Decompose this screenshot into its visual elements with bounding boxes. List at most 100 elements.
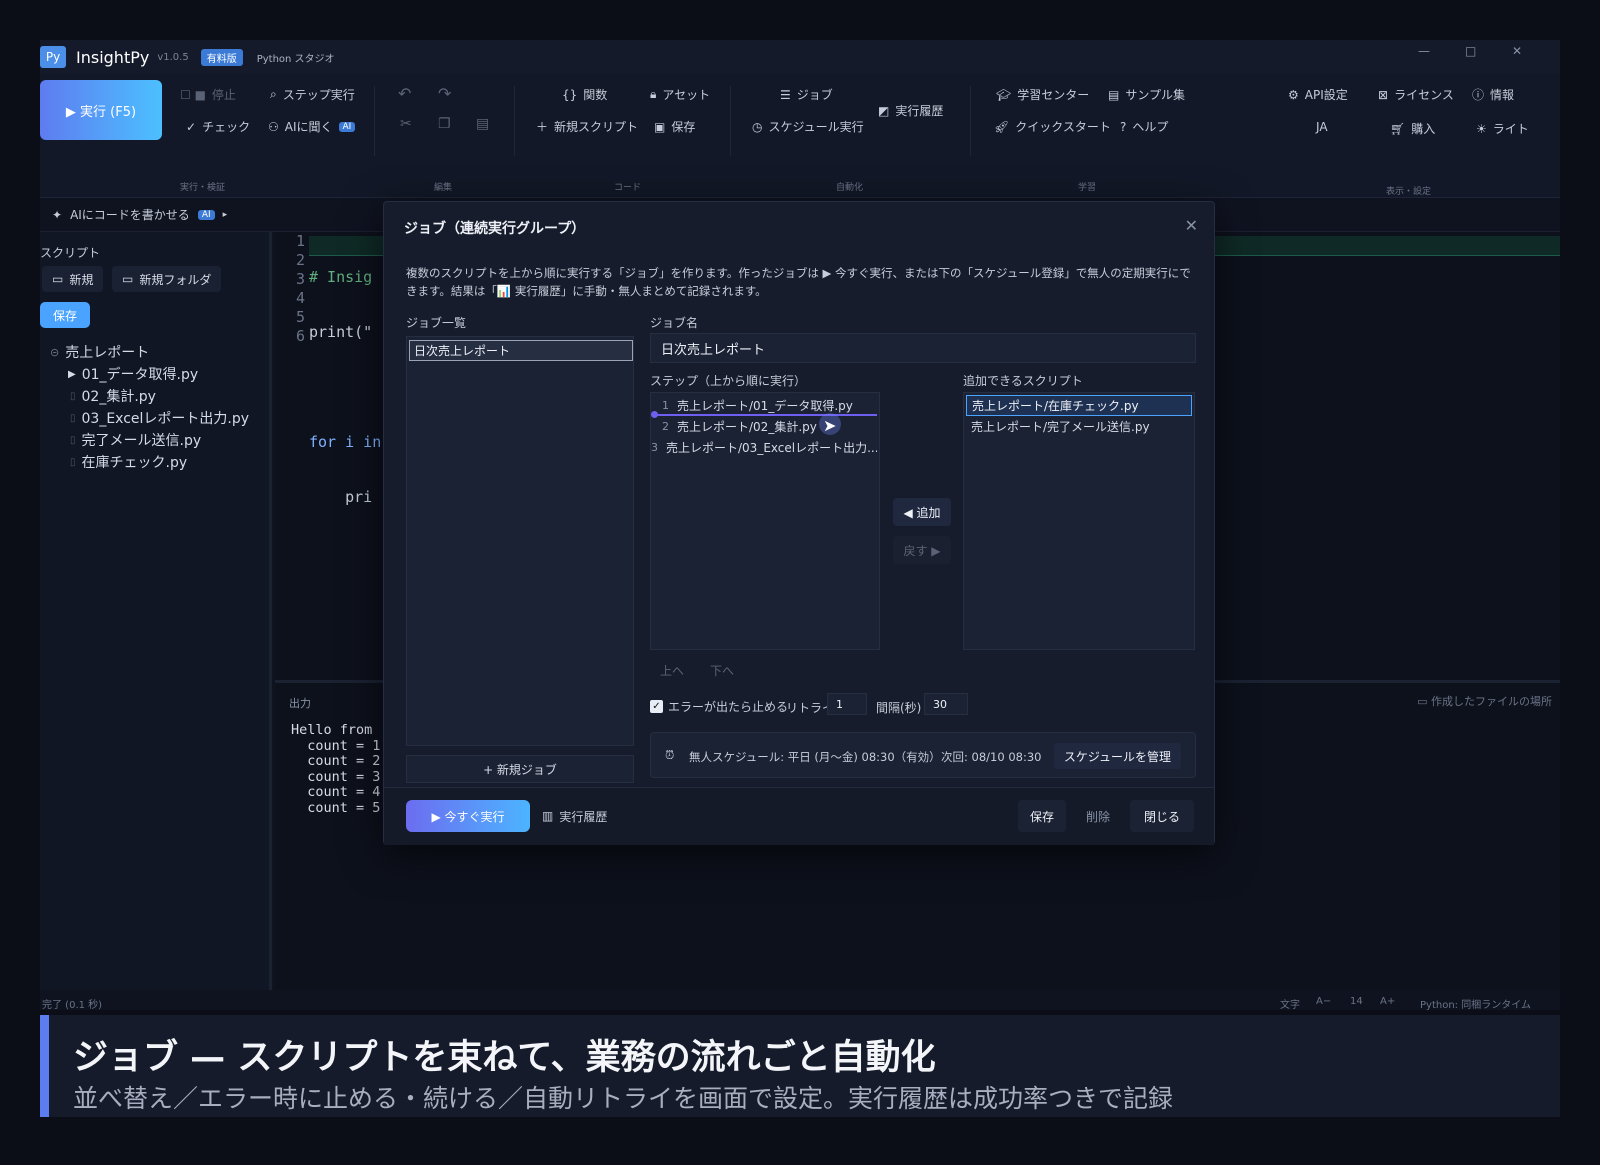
tree-file[interactable]: ▯ 在庫チェック.py	[70, 452, 187, 472]
banner-subtitle: 並べ替え／エラー時に止める・続ける／自動リトライを画面で設定。実行履歴は成功率つ…	[73, 1084, 1174, 1113]
alarm-clock-icon: ⏰︎	[665, 748, 675, 762]
copy-icon[interactable]: ❐	[438, 116, 451, 132]
available-script-item[interactable]: 売上レポート/在庫チェック.py	[966, 395, 1192, 416]
license-button[interactable]: ⊠ ライセンス	[1378, 86, 1454, 103]
status-text: 完了 (0.1 秒)	[42, 1000, 103, 1010]
sparkle-icon: ✦	[52, 207, 63, 222]
line-number: 3	[295, 270, 305, 288]
app-name: InsightPy	[76, 47, 150, 67]
check-button[interactable]: ✓ チェック	[186, 118, 250, 135]
rocket-icon: 🚀︎	[994, 119, 1010, 134]
license-label: ライセンス	[1394, 88, 1454, 102]
undo-icon[interactable]: ↶	[398, 84, 411, 103]
line-number: 2	[295, 251, 305, 269]
info-icon: ⓘ	[1472, 88, 1485, 102]
functions-button[interactable]: {} 関数	[562, 86, 607, 103]
line-number: 5	[295, 308, 305, 326]
font-size-value: 14	[1350, 996, 1363, 1007]
list-icon: ☰	[780, 87, 791, 102]
history-button[interactable]: ◩ 実行履歴	[878, 102, 943, 119]
cart-icon: 🛒︎	[1390, 121, 1406, 136]
font-decrease-button[interactable]: A−	[1316, 996, 1331, 1007]
step-item[interactable]: 3 売上レポート/03_Excelレポート出力....	[651, 437, 877, 457]
redo-icon[interactable]: ↷	[438, 84, 451, 103]
maximize-button[interactable]: □	[1465, 44, 1476, 58]
sidebar-save-button[interactable]: 保存	[40, 302, 90, 328]
add-step-button[interactable]: ◀ 追加	[893, 498, 951, 526]
app-subtitle: Python スタジオ	[256, 53, 335, 65]
theme-button[interactable]: ☀ ライト	[1476, 120, 1529, 137]
dialog-close-icon[interactable]: ✕	[1185, 216, 1198, 235]
dialog-footer: ▶ 今すぐ実行 ▥ 実行履歴 保存 削除 閉じる	[384, 787, 1214, 845]
clock-icon: ◷	[752, 119, 763, 134]
help-button[interactable]: ? ヘルプ	[1120, 118, 1168, 135]
purchase-button[interactable]: 🛒︎ 購入	[1390, 120, 1435, 137]
stop-on-error-checkbox[interactable]: ✓ エラーが出たら止める	[650, 698, 788, 715]
job-list-item[interactable]: 日次売上レポート	[409, 340, 633, 361]
minimize-button[interactable]: —	[1418, 44, 1430, 58]
open-file-location-link[interactable]: ▭ 作成したファイルの場所	[1417, 693, 1552, 709]
save-job-button[interactable]: 保存	[1018, 800, 1066, 832]
tree-file[interactable]: ▯ 02_集計.py	[70, 386, 156, 406]
ask-ai-button[interactable]: ⚇ AIに聞く AI	[268, 118, 356, 135]
new-folder-label: 新規フォルダ	[139, 272, 212, 287]
tree-folder[interactable]: ⊝ 売上レポート	[50, 342, 149, 362]
save-button[interactable]: ▣ 保存	[654, 118, 695, 135]
run-history-button[interactable]: ▥ 実行履歴	[542, 800, 607, 832]
interval-input[interactable]: 30	[924, 693, 968, 715]
move-up-button[interactable]: 上へ	[660, 662, 684, 679]
app-version: v1.0.5	[157, 51, 189, 63]
jobs-button[interactable]: ☰ ジョブ	[780, 86, 833, 103]
save-label: 保存	[671, 120, 696, 134]
job-name-input[interactable]: 日次売上レポート	[650, 333, 1196, 363]
code-text: # Insig print(" for i in pri	[309, 232, 381, 598]
paste-icon[interactable]: ▤	[476, 116, 489, 132]
run-button[interactable]: ▶ 実行 (F5)	[40, 80, 162, 140]
new-script-label: 新規スクリプト	[554, 120, 639, 134]
cut-icon[interactable]: ✂	[400, 116, 412, 132]
stop-on-error-label: エラーが出たら止める	[668, 700, 789, 714]
api-settings-button[interactable]: ⚙ API設定	[1288, 86, 1348, 103]
new-folder-button[interactable]: ▭ 新規フォルダ	[112, 266, 222, 292]
functions-label: 関数	[583, 88, 608, 102]
step-item[interactable]: 2 売上レポート/02_集計.py	[651, 416, 877, 436]
assets-button[interactable]: 🔒︎ アセット	[650, 86, 710, 103]
tree-file[interactable]: ▯ 03_Excelレポート出力.py	[70, 408, 249, 428]
move-down-button[interactable]: 下へ	[710, 662, 734, 679]
font-increase-button[interactable]: A+	[1380, 996, 1395, 1007]
close-window-button[interactable]: ✕	[1512, 44, 1522, 58]
samples-icon: ▤	[1108, 87, 1120, 102]
run-now-button[interactable]: ▶ 今すぐ実行	[406, 800, 530, 832]
schedule-run-label: スケジュール実行	[768, 120, 864, 134]
language-button[interactable]: JA	[1316, 120, 1328, 134]
api-settings-label: API設定	[1304, 88, 1348, 102]
info-button[interactable]: ⓘ 情報	[1472, 86, 1514, 103]
samples-button[interactable]: ▤ サンプル集	[1108, 86, 1185, 103]
step-name: 売上レポート/02_集計.py	[677, 419, 817, 434]
available-script-item[interactable]: 売上レポート/完了メール送信.py	[966, 416, 1192, 437]
schedule-run-button[interactable]: ◷ スケジュール実行	[752, 118, 864, 135]
manage-schedule-button[interactable]: スケジュールを管理	[1053, 743, 1181, 769]
quickstart-button[interactable]: 🚀︎ クイックスタート	[994, 118, 1111, 135]
folder-icon: ▭	[1417, 695, 1431, 708]
edition-badge: 有料版	[200, 48, 243, 66]
remove-step-button[interactable]: 戻す ▶	[893, 536, 951, 564]
new-job-button[interactable]: + 新規ジョブ	[406, 755, 634, 783]
tree-file[interactable]: ▯ 完了メール送信.py	[70, 430, 201, 450]
sun-icon: ☀	[1476, 121, 1487, 136]
step-run-button[interactable]: ⌕ ステップ実行	[270, 86, 355, 103]
retry-input[interactable]: 1	[827, 693, 867, 715]
tree-file[interactable]: ▶ 01_データ取得.py	[68, 364, 198, 384]
assets-label: アセット	[662, 88, 711, 102]
step-item[interactable]: 1 売上レポート/01_データ取得.py	[651, 395, 877, 415]
new-script-button[interactable]: ＋ 新規スクリプト	[536, 118, 638, 135]
stop-button[interactable]: ☐ ■ 停止	[180, 86, 236, 103]
file-icon: ▯	[70, 412, 76, 424]
code-line: print("	[309, 323, 373, 341]
mouse-cursor-icon: ➤	[823, 416, 837, 435]
delete-job-button[interactable]: 削除	[1074, 800, 1122, 832]
new-script-sidebar-button[interactable]: ▭ 新規	[42, 266, 104, 292]
close-dialog-button[interactable]: 閉じる	[1130, 800, 1194, 832]
divider	[970, 86, 971, 156]
learning-center-button[interactable]: 🎓︎ 学習センター	[996, 86, 1089, 103]
